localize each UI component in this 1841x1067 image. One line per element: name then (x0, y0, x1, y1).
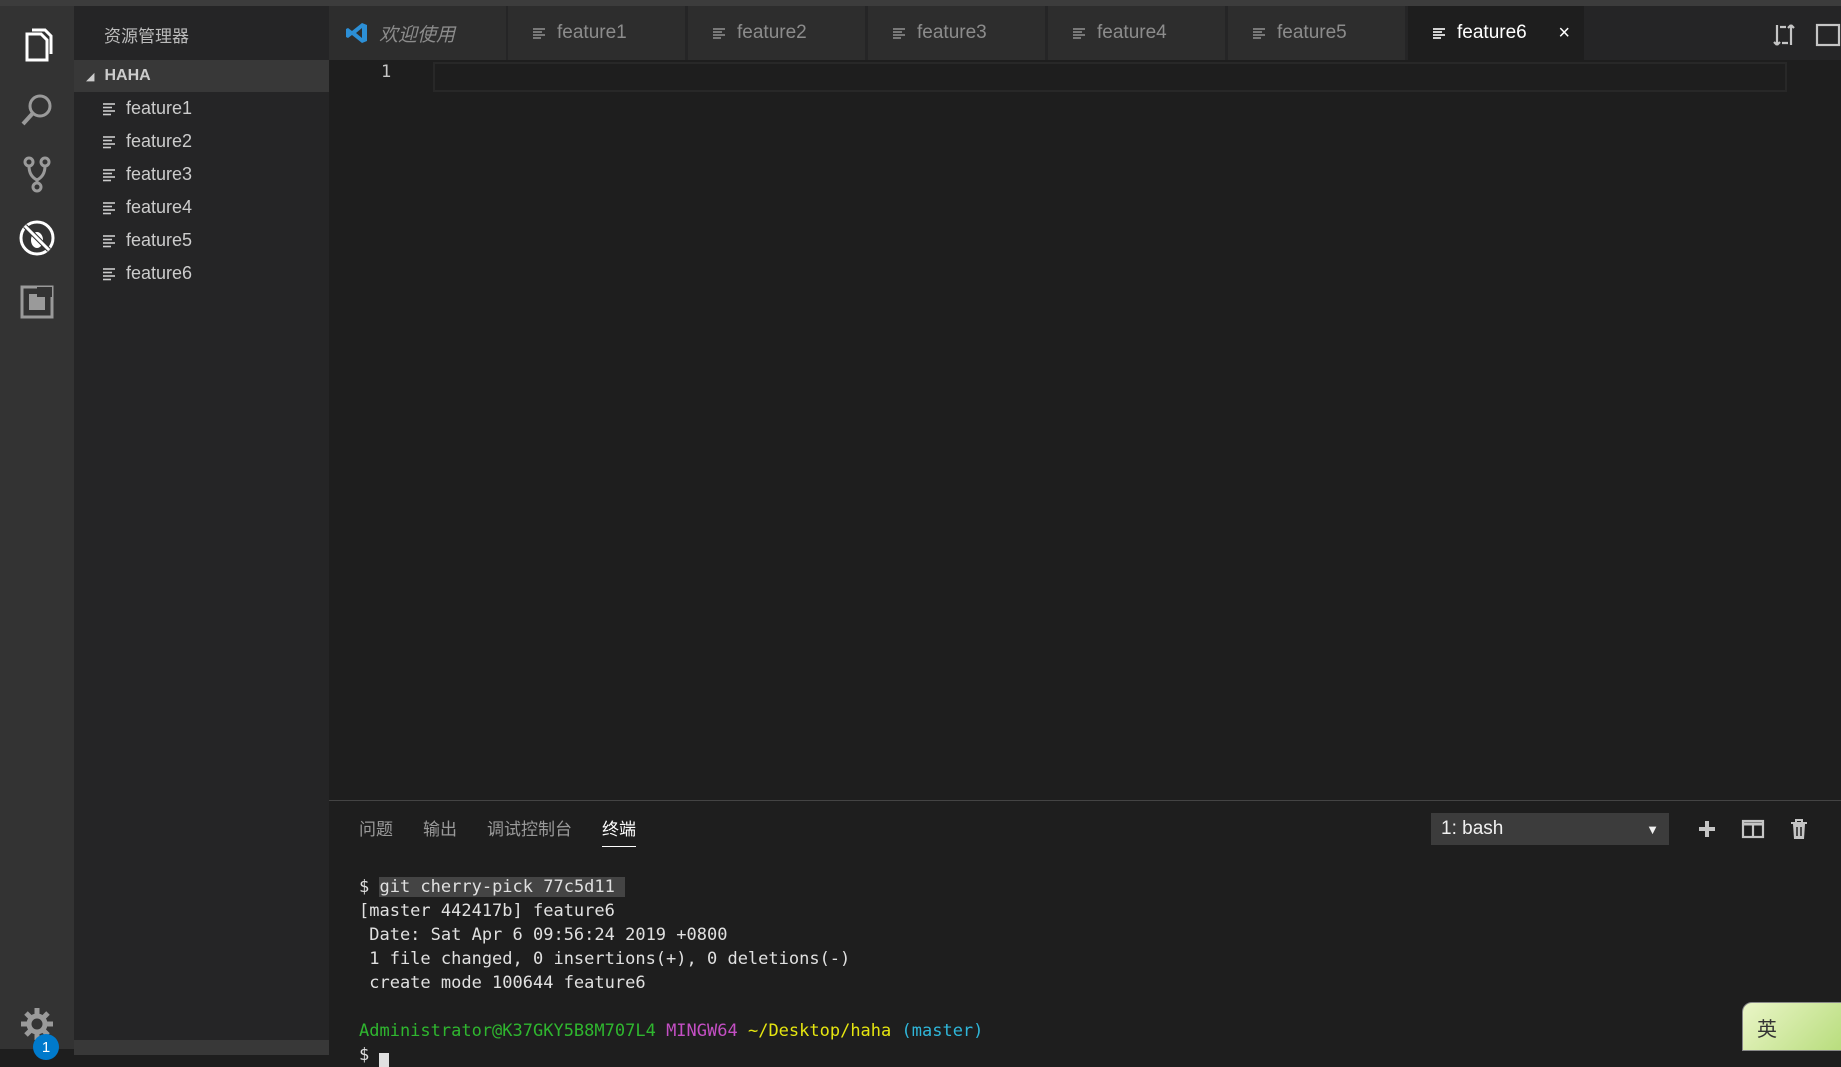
tab-label: feature1 (557, 22, 627, 43)
file-lines-icon (103, 234, 115, 247)
expand-triangle-icon: ◢ (86, 70, 95, 83)
source-control-icon[interactable] (13, 150, 61, 198)
extensions-icon[interactable] (13, 278, 61, 326)
explorer-sidebar: 资源管理器 ◢ HAHA feature1 feature2 feature3 … (74, 6, 329, 1055)
folder-name: HAHA (104, 67, 151, 84)
folder-section-header[interactable]: ◢ HAHA (74, 60, 329, 92)
file-lines-icon (103, 267, 115, 280)
terminal-select[interactable]: 1: bash ▼ (1431, 813, 1669, 845)
tab-terminal[interactable]: 终端 (602, 815, 636, 847)
file-lines-icon (103, 135, 115, 148)
close-tab-icon[interactable]: × (1558, 22, 1570, 45)
debug-icon[interactable] (13, 214, 61, 262)
cwd-path: ~/Desktop/haha (747, 1021, 892, 1041)
file-lines-icon (103, 201, 115, 214)
terminal-prompt-line: Administrator@K37GKY5B8M707L4 MINGW64 ~/… (359, 1019, 983, 1043)
terminal-input-line: $ (359, 1043, 983, 1067)
file-item-feature3[interactable]: feature3 (74, 158, 329, 191)
open-changes-icon[interactable] (1771, 22, 1797, 48)
file-item-feature4[interactable]: feature4 (74, 191, 329, 224)
split-terminal-button[interactable] (1739, 815, 1767, 843)
editor-actions (1771, 22, 1841, 50)
chevron-down-icon: ▼ (1646, 821, 1659, 837)
vscode-icon (346, 23, 367, 43)
ime-label: 英 (1757, 1019, 1777, 1041)
trash-icon (1791, 819, 1807, 839)
file-label: feature3 (126, 164, 193, 184)
tab-welcome[interactable]: 欢迎使用 (329, 6, 506, 60)
outline-section-header[interactable] (74, 1040, 329, 1055)
explorer-icon[interactable] (13, 22, 61, 70)
file-item-feature5[interactable]: feature5 (74, 224, 329, 257)
editor-area[interactable]: 1 (329, 60, 1841, 800)
current-line-highlight (433, 62, 1787, 92)
file-lines-icon (103, 102, 115, 115)
git-branch: (master) (901, 1021, 984, 1041)
search-icon[interactable] (13, 86, 61, 134)
terminal-output[interactable]: $ git cherry-pick 77c5d11 [master 442417… (359, 875, 983, 1067)
terminal-line: [master 442417b] feature6 (359, 901, 615, 921)
sidebar-title: 资源管理器 (104, 27, 189, 46)
tab-label: feature4 (1097, 22, 1167, 43)
file-lines-icon (713, 27, 725, 39)
split-editor-icon[interactable] (1815, 22, 1841, 48)
file-label: feature4 (126, 197, 193, 217)
tab-feature5[interactable]: feature5 (1228, 6, 1405, 60)
tab-debug-console[interactable]: 调试控制台 (487, 815, 572, 847)
split-icon (1741, 819, 1765, 839)
tab-feature6[interactable]: feature6 × (1408, 6, 1584, 60)
kill-terminal-button[interactable] (1785, 815, 1813, 843)
file-item-feature1[interactable]: feature1 (74, 92, 329, 125)
panel-tabs: 问题 输出 调试控制台 终端 (359, 815, 666, 847)
tab-output[interactable]: 输出 (423, 815, 457, 847)
activity-bar: 1 (0, 6, 74, 1060)
tab-feature3[interactable]: feature3 (868, 6, 1045, 60)
bottom-panel: 问题 输出 调试控制台 终端 1: bash ▼ $ git cherry-pi… (329, 800, 1841, 1067)
file-item-feature6[interactable]: feature6 (74, 257, 329, 290)
tab-label: feature2 (737, 22, 807, 43)
tab-label: feature5 (1277, 22, 1347, 43)
user-host: Administrator@K37GKY5B8M707L4 (359, 1021, 656, 1041)
file-label: feature6 (126, 263, 193, 283)
file-lines-icon (893, 27, 905, 39)
terminal-command-line: $ git cherry-pick 77c5d11 (359, 875, 983, 899)
new-terminal-button[interactable] (1693, 815, 1721, 843)
settings-badge: 1 (33, 1034, 59, 1060)
file-label: feature1 (126, 98, 193, 118)
file-label: feature5 (126, 230, 193, 250)
file-item-feature2[interactable]: feature2 (74, 125, 329, 158)
tab-problems[interactable]: 问题 (359, 815, 393, 847)
file-lines-icon (103, 168, 115, 181)
terminal-line: Date: Sat Apr 6 09:56:24 2019 +0800 (359, 925, 728, 945)
editor-tabs: 欢迎使用 feature1 feature2 feature3 feature4… (329, 6, 1841, 60)
file-label: feature2 (126, 131, 193, 151)
file-lines-icon (1253, 27, 1265, 39)
tab-feature4[interactable]: feature4 (1048, 6, 1225, 60)
tab-label: 欢迎使用 (379, 24, 456, 46)
prompt: $ (359, 877, 380, 897)
terminal-cursor (379, 1053, 390, 1067)
tab-label: feature3 (917, 22, 987, 43)
file-lines-icon (1073, 27, 1085, 39)
terminal-line: 1 file changed, 0 insertions(+), 0 delet… (359, 949, 851, 969)
selected-command: git cherry-pick 77c5d11 (379, 877, 626, 897)
file-lines-icon (533, 27, 545, 39)
shell-name: MINGW64 (666, 1021, 738, 1041)
tab-feature2[interactable]: feature2 (688, 6, 865, 60)
terminal-line: create mode 100644 feature6 (359, 973, 646, 993)
tab-feature1[interactable]: feature1 (508, 6, 685, 60)
file-lines-icon (1433, 27, 1445, 39)
plus-icon (1699, 821, 1715, 837)
line-number: 1 (381, 62, 392, 82)
ime-indicator[interactable]: 英 (1742, 1002, 1841, 1051)
file-list: feature1 feature2 feature3 feature4 feat… (74, 92, 329, 290)
tab-label: feature6 (1457, 22, 1527, 43)
prompt: $ (359, 1045, 380, 1065)
terminal-select-value: 1: bash (1441, 818, 1504, 839)
